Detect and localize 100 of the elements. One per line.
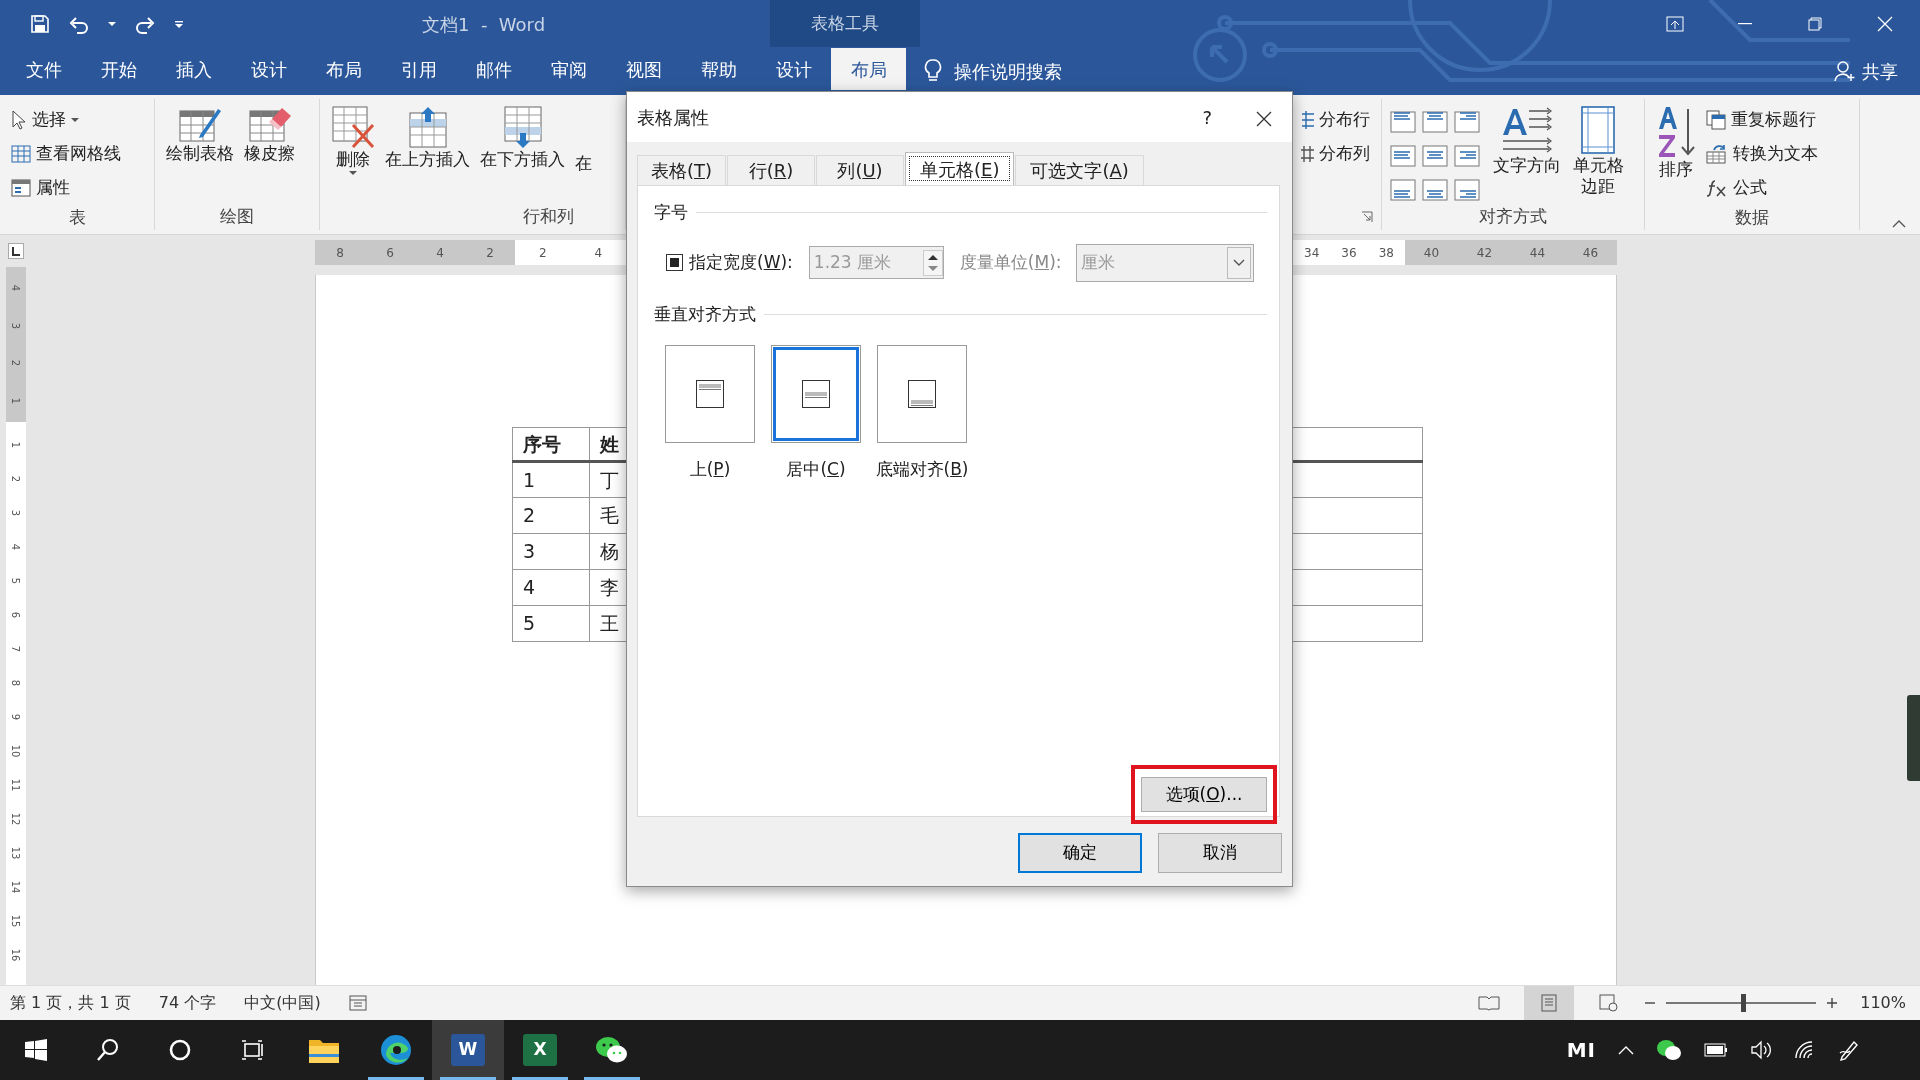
ribbon-tab[interactable]: 引用: [381, 48, 456, 90]
ribbon-button[interactable]: 删除: [328, 103, 378, 179]
table-cell: 李: [600, 576, 619, 599]
ruler-number: 38: [1378, 244, 1394, 262]
ribbon-button[interactable]: 在上方插入: [382, 103, 473, 173]
spin-field: 1.23 厘米: [808, 246, 944, 279]
share-button[interactable]: 共享: [1862, 57, 1898, 85]
ribbon-button[interactable]: 分布列: [1297, 137, 1373, 171]
ruler-number: 4: [9, 543, 23, 551]
dialog-tab[interactable]: 列(U): [816, 155, 904, 185]
ribbon-tab[interactable]: 文件: [6, 48, 81, 90]
dialog-button[interactable]: 取消: [1158, 833, 1282, 873]
option-label[interactable]: 居中(C): [786, 457, 846, 483]
ruler-number: 12: [9, 812, 23, 826]
ribbon-button[interactable]: 在下方插入: [477, 103, 568, 173]
ruler-number: 40: [1423, 244, 1440, 262]
checkbox-label[interactable]: 指定宽度(W):: [689, 249, 793, 276]
ruler-number: 16: [9, 948, 23, 962]
section-heading: 垂直对齐方式: [654, 302, 756, 326]
ribbon-tab[interactable]: 设计: [756, 48, 831, 90]
ruler-number: 13: [9, 846, 23, 860]
taskbar-app[interactable]: W: [432, 1020, 504, 1080]
ribbon-tab[interactable]: 视图: [606, 48, 681, 90]
tell-me-search[interactable]: 操作说明搜索: [954, 57, 1062, 85]
ribbon-tab[interactable]: 帮助: [681, 48, 756, 90]
ruler-number: 5: [9, 577, 23, 585]
group-label: 行和列: [522, 206, 574, 226]
ruler-number: 6: [9, 611, 23, 619]
ruler-number: 44: [1529, 244, 1546, 262]
ruler-number: 4: [436, 244, 444, 262]
ribbon-button[interactable]: 转换为文本: [1703, 137, 1821, 171]
dialog-tab[interactable]: 行(R): [727, 155, 815, 185]
dialog-tab[interactable]: 表格(T): [637, 155, 726, 185]
taskbar-app[interactable]: X: [504, 1020, 576, 1080]
ruler-number: 4: [9, 284, 23, 291]
table-cell: 丁: [600, 468, 619, 491]
group-label: 数据: [1735, 207, 1769, 227]
ribbon-button[interactable]: 属性: [8, 171, 124, 205]
table-cell: 杨: [600, 540, 619, 563]
section-heading: 字号: [654, 201, 688, 224]
ribbon-button[interactable]: 单元格边距: [1568, 103, 1629, 200]
table-cell: 王: [600, 612, 619, 635]
status-text[interactable]: 第 1 页，共 1 页: [10, 991, 131, 1015]
zoom-level[interactable]: 110%: [1860, 991, 1906, 1015]
ruler-number: 10: [9, 744, 23, 758]
table-cell: 5: [523, 612, 536, 635]
ruler-number: 3: [9, 322, 23, 329]
ribbon-tab[interactable]: 审阅: [531, 48, 606, 90]
table-cell: 序号: [523, 432, 561, 455]
ribbon-tab[interactable]: 开始: [81, 48, 156, 90]
ruler-number: 7: [9, 645, 23, 653]
ruler-number: 8: [9, 679, 23, 687]
ruler-number: 4: [594, 244, 603, 262]
ribbon-button[interactable]: 橡皮擦: [241, 103, 298, 167]
ruler-number: 14: [9, 880, 23, 894]
status-text[interactable]: 中文(中国): [244, 991, 321, 1015]
help-button[interactable]: ?: [1202, 103, 1212, 131]
ribbon-button[interactable]: 分布行: [1297, 103, 1373, 137]
ribbon-tab[interactable]: 设计: [231, 48, 306, 90]
ribbon-tab[interactable]: 插入: [156, 48, 231, 90]
ruler-number: 2: [9, 475, 23, 483]
ruler-number: 2: [538, 244, 547, 262]
option-label[interactable]: 上(P): [689, 457, 731, 483]
dialog-tab[interactable]: 可选文字(A): [1015, 155, 1144, 185]
ribbon-button[interactable]: 选择: [8, 103, 124, 137]
dialog-tab[interactable]: 单元格(E): [905, 152, 1015, 185]
ribbon-button[interactable]: 文字方向: [1490, 103, 1564, 179]
contextual-tab-label: 表格工具: [770, 0, 920, 47]
option-label[interactable]: 底端对齐(B): [875, 457, 969, 483]
table-cell: 姓: [600, 432, 619, 455]
table-cell: 4: [523, 576, 536, 599]
dialog-title: 表格属性: [637, 105, 709, 130]
ribbon-button[interactable]: 在: [572, 103, 595, 177]
options-button[interactable]: 选项(O)...: [1141, 777, 1267, 812]
group-label: 绘图: [220, 206, 254, 226]
ribbon-button[interactable]: 重复标题行: [1703, 103, 1821, 137]
ribbon-tab[interactable]: 布局: [831, 48, 906, 90]
ruler-number: 15: [9, 914, 23, 928]
field-label: 度量单位(M):: [959, 250, 1062, 274]
dialog-button[interactable]: 确定: [1018, 833, 1142, 873]
ribbon-tab[interactable]: 布局: [306, 48, 381, 90]
group-label: 对齐方式: [1479, 206, 1547, 226]
ribbon-button[interactable]: 排序: [1653, 103, 1699, 183]
ribbon-button[interactable]: 公式: [1703, 171, 1821, 205]
ruler-number: 3: [9, 509, 23, 517]
ruler-number: 6: [386, 244, 394, 262]
ribbon-button[interactable]: 查看网格线: [8, 137, 124, 171]
ruler-number: 46: [1582, 244, 1599, 262]
ruler-number: 34: [1304, 244, 1320, 262]
ruler-number: 2: [9, 360, 23, 367]
ribbon-button[interactable]: 绘制表格: [163, 103, 237, 167]
ruler-number: 36: [1341, 244, 1357, 262]
ruler-number: 42: [1476, 244, 1493, 262]
window-title: 文档1 - Word: [422, 13, 546, 37]
ribbon-tab[interactable]: 邮件: [456, 48, 531, 90]
ruler-number: 11: [9, 778, 23, 792]
ruler-number: 1: [9, 398, 23, 405]
brand-logo[interactable]: MI: [1566, 1035, 1596, 1065]
status-text[interactable]: 74 个字: [158, 991, 217, 1015]
ruler-number: 9: [9, 713, 23, 721]
